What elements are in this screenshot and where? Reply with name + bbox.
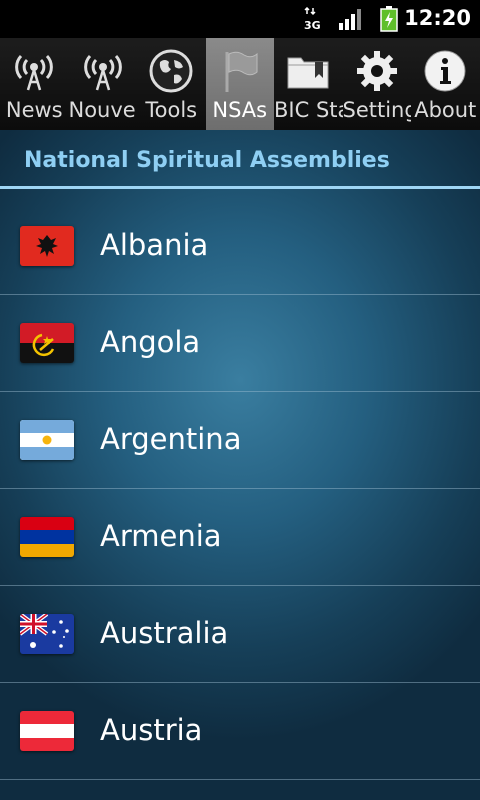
tab-nsas-label: NSAs — [212, 98, 268, 122]
tab-settings[interactable]: Settings — [342, 38, 412, 130]
country-name: Australia — [100, 616, 229, 650]
australia-flag-icon — [20, 614, 74, 654]
list-item-angola[interactable]: Angola — [0, 295, 480, 392]
tab-tools[interactable]: Tools — [137, 38, 206, 130]
battery-charging-icon — [380, 6, 398, 32]
folder-icon — [287, 57, 329, 89]
gear-icon — [356, 51, 397, 91]
country-name: Angola — [100, 325, 201, 359]
info-icon — [424, 50, 466, 92]
tab-nsas[interactable]: NSAs — [205, 38, 274, 130]
tab-settings-label: Settings — [342, 98, 412, 122]
3g-data-icon: 3G — [304, 7, 321, 31]
list-header: National Spiritual Assemblies — [0, 130, 480, 189]
flag-icon — [225, 51, 258, 92]
antenna-icon — [83, 54, 122, 91]
country-name: Austria — [100, 713, 203, 747]
list-item-albania[interactable]: Albania — [0, 198, 480, 295]
tab-tools-label: Tools — [145, 98, 198, 122]
tab-bar: News Nouvelles Tools NSAs — [0, 38, 480, 130]
svg-text:3G: 3G — [304, 19, 321, 31]
country-list: Albania Angola Argentina Armenia Austral… — [0, 198, 480, 780]
tab-about-label: About — [414, 98, 477, 122]
list-title: National Spiritual Assemblies — [24, 148, 390, 173]
tab-about[interactable]: About — [411, 38, 480, 130]
signal-icon — [339, 9, 361, 30]
header-divider — [0, 186, 480, 189]
argentina-flag-icon — [20, 420, 74, 460]
tab-nouvelles-label: Nouvelles — [68, 98, 138, 122]
tab-news[interactable]: News — [0, 38, 69, 130]
albania-flag-icon — [20, 226, 74, 266]
list-item-australia[interactable]: Australia — [0, 586, 480, 683]
tab-news-label: News — [5, 98, 63, 122]
country-name: Argentina — [100, 422, 242, 456]
globe-icon — [149, 49, 193, 93]
tab-bic-statements[interactable]: BIC Statements — [274, 38, 343, 130]
status-bar: 3G 12:20 — [0, 0, 480, 38]
list-item-armenia[interactable]: Armenia — [0, 489, 480, 586]
austria-flag-icon — [20, 711, 74, 751]
list-item-argentina[interactable]: Argentina — [0, 392, 480, 489]
country-name: Albania — [100, 228, 209, 262]
tab-nouvelles[interactable]: Nouvelles — [68, 38, 138, 130]
armenia-flag-icon — [20, 517, 74, 557]
list-item-austria[interactable]: Austria — [0, 683, 480, 780]
tab-bic-statements-label: BIC Statements — [274, 98, 343, 122]
angola-flag-icon — [20, 323, 74, 363]
antenna-icon — [15, 54, 54, 91]
nsa-list-panel: National Spiritual Assemblies Albania An… — [0, 130, 480, 800]
clock: 12:20 — [404, 6, 471, 30]
country-name: Armenia — [100, 519, 222, 553]
